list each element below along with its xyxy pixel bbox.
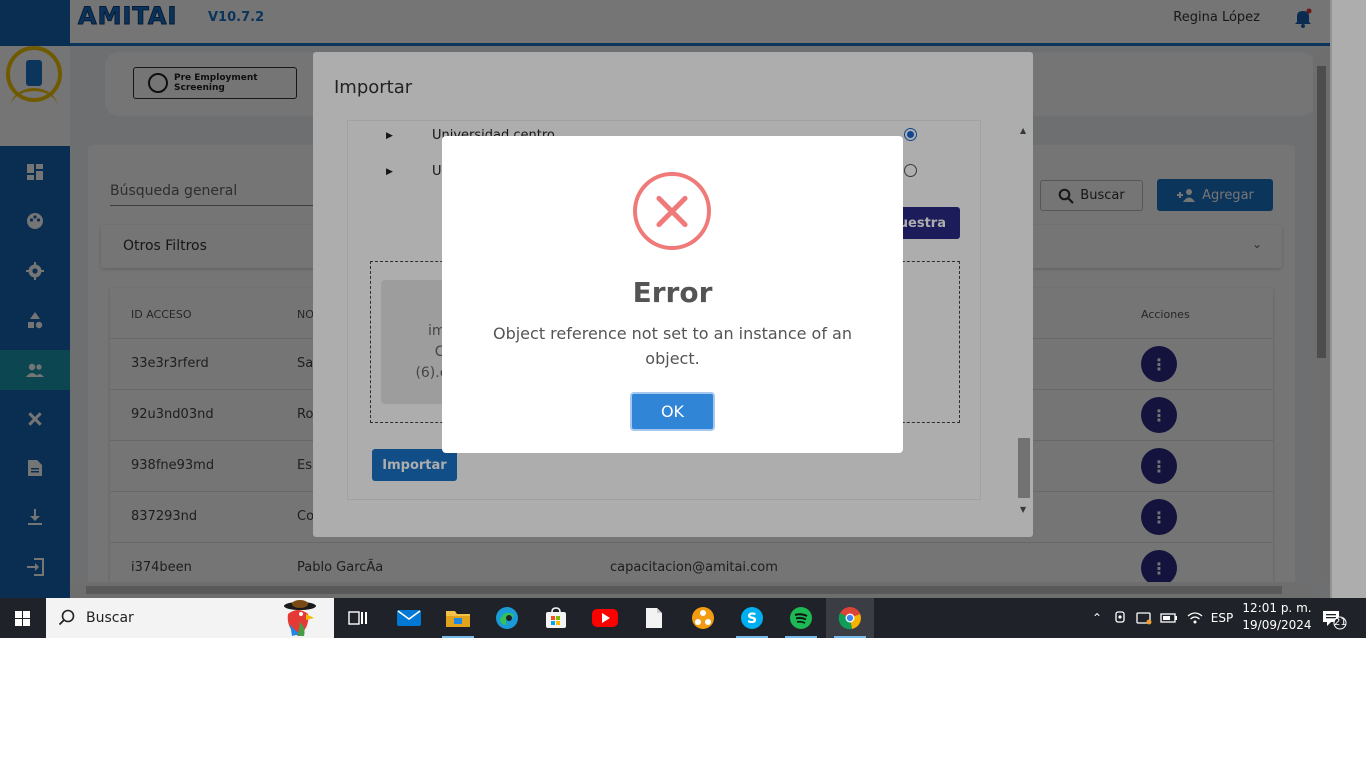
error-dialog: Error Object reference not set to an ins… — [442, 136, 903, 453]
spotify-icon[interactable] — [777, 598, 825, 638]
chevron-up-icon[interactable]: ⌃ — [1087, 598, 1107, 638]
youtube-icon[interactable] — [581, 598, 629, 638]
notification-center-icon[interactable]: 21 — [1320, 608, 1350, 630]
wifi-icon[interactable] — [1184, 598, 1206, 638]
error-title: Error — [632, 276, 713, 309]
x-circle-icon — [633, 172, 711, 250]
skype-icon[interactable]: S — [728, 598, 776, 638]
notification-count: 21 — [1334, 617, 1347, 628]
language-indicator[interactable]: ESP — [1208, 598, 1236, 638]
clock-date: 19/09/2024 — [1242, 618, 1312, 632]
taskbar-search-placeholder: Buscar — [86, 610, 134, 626]
svg-text:S: S — [747, 611, 757, 627]
mail-icon[interactable] — [385, 598, 433, 638]
search-icon — [58, 609, 76, 631]
orange-app-icon[interactable] — [679, 598, 727, 638]
meet-now-icon[interactable] — [1111, 598, 1131, 638]
battery-icon[interactable] — [1158, 598, 1180, 638]
edge-icon[interactable] — [483, 598, 531, 638]
store-icon[interactable] — [532, 598, 580, 638]
windows-logo — [15, 610, 30, 626]
error-message: Object reference not set to an instance … — [492, 324, 852, 368]
blank-document-icon[interactable] — [630, 598, 678, 638]
clock-time: 12:01 p. m. — [1242, 601, 1312, 615]
taskbar-search-box[interactable]: Buscar — [46, 598, 334, 638]
windows-taskbar: Buscar S ⌃ ESP 12:01 p. m. 19/09/2024 21 — [0, 598, 1366, 638]
parrot-search-highlight-icon — [278, 600, 326, 636]
ok-button[interactable]: OK — [630, 392, 715, 431]
windows-icon[interactable] — [0, 598, 45, 638]
task-view-icon[interactable] — [334, 598, 382, 638]
file-explorer-icon[interactable] — [434, 598, 482, 638]
screen: AMITAI V10.7.2 Regina López Pre Employme… — [0, 0, 1366, 768]
taskbar-clock[interactable]: 12:01 p. m. 19/09/2024 — [1238, 600, 1316, 634]
chrome-icon[interactable] — [826, 598, 874, 638]
onedrive-icon[interactable] — [1134, 598, 1154, 638]
